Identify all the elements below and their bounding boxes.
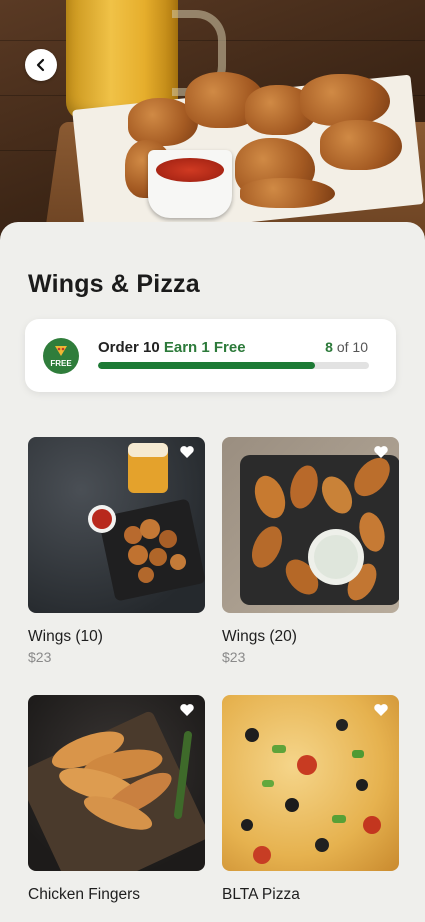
product-name: Chicken Fingers [28,886,140,903]
page-title: Wings & Pizza [28,270,200,298]
product-price: $23 [28,649,52,665]
heart-icon [374,704,388,716]
product-card[interactable]: BLTA Pizza [222,695,399,907]
product-image [28,695,205,871]
heart-icon [374,446,388,458]
product-name: Wings (20) [222,628,297,645]
content-sheet: Wings & Pizza FREE Order 10 Earn 1 Free … [0,222,425,922]
favorite-button[interactable] [179,444,195,460]
product-card[interactable]: Wings (20) $23 [222,437,399,665]
product-name: Wings (10) [28,628,103,645]
product-card[interactable]: Chicken Fingers [28,695,205,907]
promo-earn-text: Earn 1 Free [163,339,246,356]
loyalty-promo-card[interactable]: FREE Order 10 Earn 1 Free 8 of 10 [25,319,396,392]
favorite-button[interactable] [373,702,389,718]
product-image [222,695,399,871]
promo-count: 8 of 10 [325,339,368,355]
chevron-left-icon [36,58,45,72]
product-price: $23 [222,649,246,665]
product-image [28,437,205,613]
heart-icon [180,446,194,458]
promo-of-text: of 10 [336,339,368,355]
promo-text: Order 10 Earn 1 Free [98,339,246,356]
product-card[interactable]: Wings (10) $23 [28,437,205,665]
product-image [222,437,399,613]
favorite-button[interactable] [373,444,389,460]
promo-progress-bar [98,362,369,369]
promo-current: 8 [325,339,333,355]
promo-progress-fill [98,362,315,369]
favorite-button[interactable] [179,702,195,718]
free-badge-icon: FREE [43,338,79,374]
hero-image [0,0,425,240]
product-name: BLTA Pizza [222,886,300,903]
promo-order-text: Order 10 [98,339,160,356]
back-button[interactable] [25,49,57,81]
badge-text: FREE [50,359,72,368]
heart-icon [180,704,194,716]
